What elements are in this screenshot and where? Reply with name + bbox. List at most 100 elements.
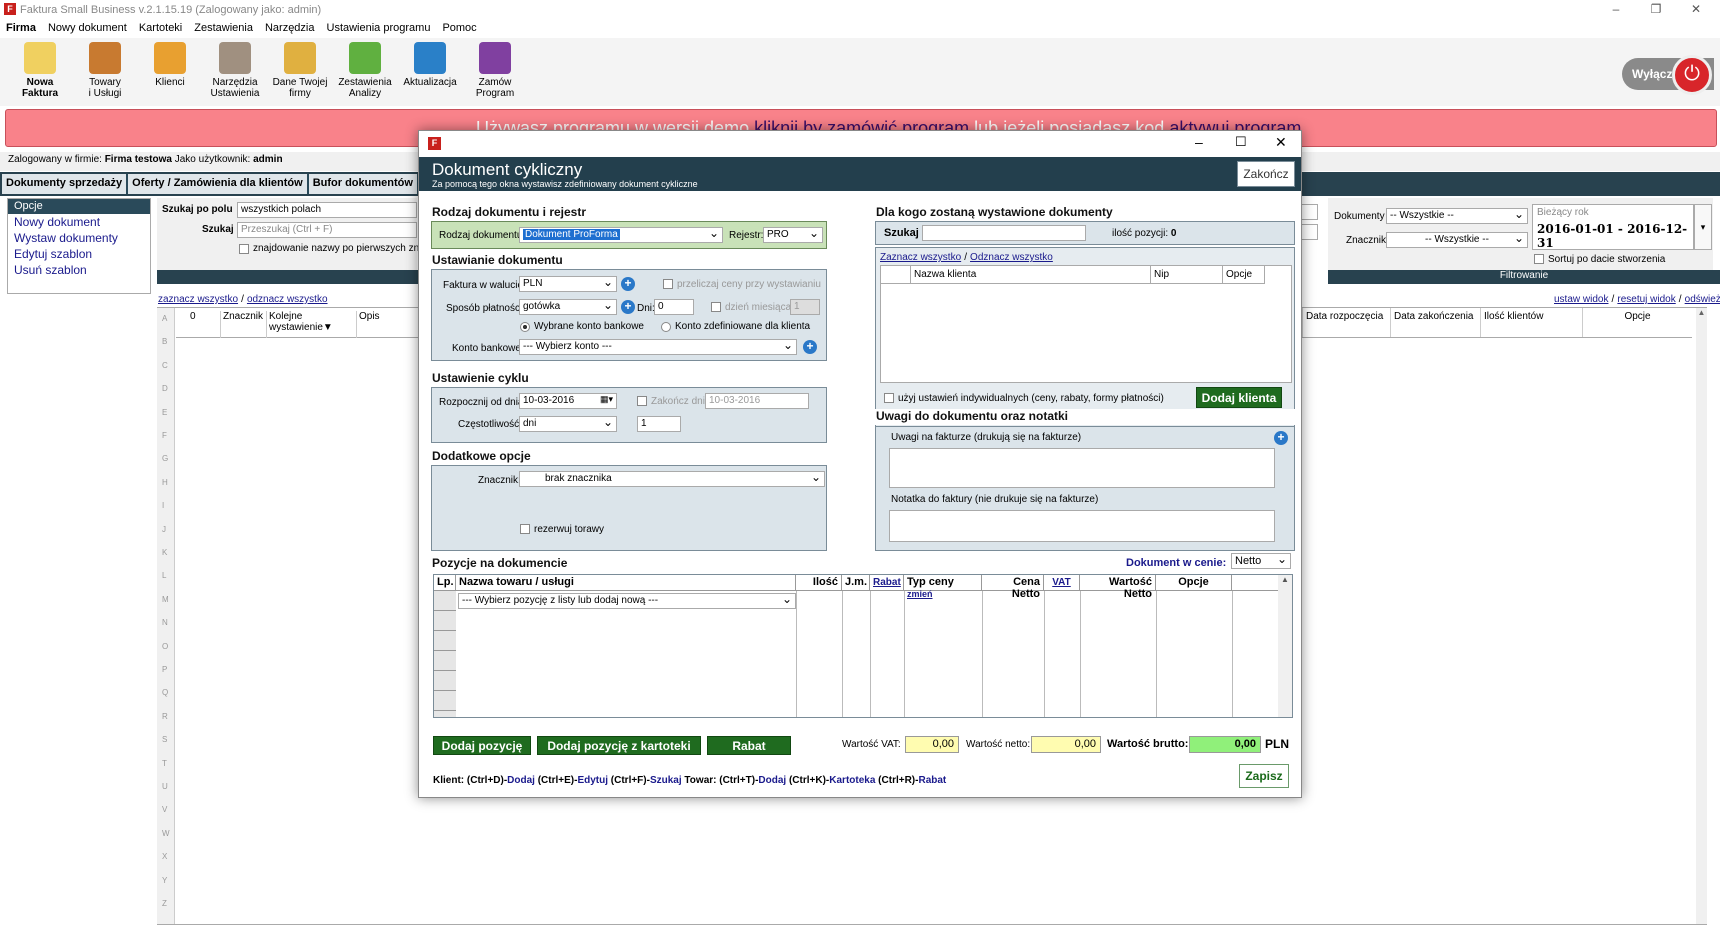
tag-select[interactable]: brak znacznika	[519, 471, 825, 487]
recalc-checkbox[interactable]	[663, 279, 673, 289]
reset-view-link[interactable]: resetuj widok	[1617, 294, 1675, 305]
alphabet-letter[interactable]: P	[162, 665, 167, 674]
payment-select[interactable]: gotówka	[519, 299, 617, 315]
doctype-select[interactable]: Dokument ProForma	[519, 227, 723, 243]
selected-account-radio[interactable]	[520, 322, 530, 332]
col-vat-link[interactable]: VAT	[1052, 577, 1071, 588]
col-next-issue[interactable]: Kolejne wystawienie▼	[266, 311, 354, 338]
issue-documents-link[interactable]: Wystaw dokumenty	[8, 230, 150, 246]
alphabet-letter[interactable]: N	[162, 618, 168, 627]
filter-tag-select[interactable]: -- Wszystkie --	[1386, 232, 1528, 248]
col-client-name[interactable]: Nazwa klienta	[911, 266, 1151, 284]
tab-sales-docs[interactable]: Dokumenty sprzedaży	[2, 174, 129, 194]
menu-nowy-dokument[interactable]: Nowy dokument	[42, 20, 133, 36]
add-position-button[interactable]: Dodaj pozycję	[433, 736, 531, 755]
add-currency-icon[interactable]: +	[621, 277, 635, 291]
set-view-link[interactable]: ustaw widok	[1554, 294, 1608, 305]
bank-account-select[interactable]: --- Wybierz konto ---	[519, 339, 797, 355]
col-unit[interactable]: J.m.	[842, 575, 870, 591]
col-net-value[interactable]: Wartość Netto	[1080, 575, 1156, 600]
delete-template-link[interactable]: Usuń szablon	[8, 262, 150, 278]
month-day-input[interactable]: 1	[790, 299, 820, 315]
alphabet-letter[interactable]: I	[162, 501, 164, 510]
search-field-select[interactable]: wszystkich polach	[237, 202, 417, 218]
alphabet-letter[interactable]: V	[162, 805, 167, 814]
col-start-date[interactable]: Data rozpoczęcia	[1302, 308, 1390, 337]
client-select-all-link[interactable]: Zaznacz wszystko	[880, 252, 961, 263]
toolbar-button-7[interactable]: Zamów Program	[465, 42, 525, 99]
close-window-button[interactable]: ✕	[1686, 2, 1706, 18]
add-bank-account-icon[interactable]: +	[803, 340, 817, 354]
toolbar-button-3[interactable]: Narzędzia Ustawienia	[205, 42, 265, 99]
menu-kartoteki[interactable]: Kartoteki	[133, 20, 188, 36]
col-end-date[interactable]: Data zakończenia	[1390, 308, 1480, 337]
col-count[interactable]: 0	[190, 311, 196, 322]
tab-buffer[interactable]: Bufor dokumentów	[308, 174, 419, 194]
filter-left-select[interactable]	[1300, 204, 1318, 220]
dialog-minimize-button[interactable]: –	[1195, 134, 1203, 150]
menu-narzedzia[interactable]: Narzędzia	[259, 20, 321, 36]
discount-button[interactable]: Rabat	[707, 736, 791, 755]
refresh-link[interactable]: odśwież	[1685, 294, 1720, 305]
alphabet-letter[interactable]: Y	[162, 876, 167, 885]
menu-zestawienia[interactable]: Zestawienia	[188, 20, 259, 36]
sort-created-checkbox[interactable]	[1534, 254, 1544, 264]
col-product-name[interactable]: Nazwa towaru / usługi	[456, 575, 796, 591]
restore-button[interactable]: ❐	[1646, 2, 1666, 18]
edit-template-link[interactable]: Edytuj szablon	[8, 246, 150, 262]
dialog-close-icon[interactable]: ✕	[1275, 134, 1287, 151]
client-deselect-all-link[interactable]: Odznacz wszystko	[970, 252, 1053, 263]
alphabet-letter[interactable]: T	[162, 759, 167, 768]
toolbar-button-5[interactable]: Zestawienia Analizy	[335, 42, 395, 99]
register-select[interactable]: PRO	[763, 227, 823, 243]
alphabet-letter[interactable]: H	[162, 478, 168, 487]
alphabet-letter[interactable]: M	[162, 595, 169, 604]
col-lp[interactable]: Lp.	[434, 575, 456, 591]
dialog-maximize-button[interactable]: ☐	[1235, 134, 1247, 150]
alphabet-letter[interactable]: G	[162, 454, 168, 463]
toolbar-button-1[interactable]: Towary i Usługi	[75, 42, 135, 99]
month-day-checkbox[interactable]	[711, 302, 721, 312]
filter-left-input[interactable]	[1300, 224, 1318, 240]
toolbar-button-6[interactable]: Aktualizacja	[400, 42, 460, 88]
client-search-input[interactable]	[922, 225, 1086, 241]
finish-button[interactable]: Zakończ	[1237, 161, 1295, 187]
menu-ustawienia[interactable]: Ustawienia programu	[321, 20, 437, 36]
col-discount-link[interactable]: Rabat	[873, 577, 901, 588]
col-pos-options[interactable]: Opcje	[1156, 575, 1232, 591]
frequency-select[interactable]: dni	[519, 416, 617, 432]
add-note-icon[interactable]: +	[1274, 431, 1288, 445]
frequency-number[interactable]: 1	[637, 416, 681, 432]
end-date-checkbox[interactable]	[637, 396, 647, 406]
alphabet-letter[interactable]: Q	[162, 688, 168, 697]
search-input[interactable]: Przeszukaj (Ctrl + F)	[237, 222, 417, 238]
alphabet-letter[interactable]: E	[162, 408, 167, 417]
toolbar-button-2[interactable]: Klienci	[140, 42, 200, 88]
alphabet-letter[interactable]: K	[162, 548, 167, 557]
price-mode-select[interactable]: Netto	[1231, 553, 1291, 569]
col-discount[interactable]: Rabat	[870, 575, 904, 591]
deselect-all-link[interactable]: odznacz wszystko	[247, 294, 328, 305]
col-vat[interactable]: VAT	[1044, 575, 1080, 591]
toolbar-button-4[interactable]: Dane Twojej firmy	[270, 42, 330, 99]
col-net-price[interactable]: Cena Netto	[982, 575, 1044, 600]
alphabet-letter[interactable]: F	[162, 431, 167, 440]
currency-select[interactable]: PLN	[519, 276, 617, 292]
alphabet-letter[interactable]: X	[162, 852, 167, 861]
col-client-count[interactable]: Ilość klientów	[1480, 308, 1582, 337]
client-account-radio[interactable]	[661, 322, 671, 332]
private-notes-textarea[interactable]	[889, 510, 1275, 542]
col-qty[interactable]: Ilość	[796, 575, 842, 591]
col-options[interactable]: Opcje	[1582, 308, 1692, 337]
alphabet-letter[interactable]: J	[162, 525, 166, 534]
add-position-from-catalog-button[interactable]: Dodaj pozycję z kartoteki	[537, 736, 701, 755]
reserve-goods-checkbox[interactable]	[520, 524, 530, 534]
start-date-calendar-icon[interactable]: ▦▾	[600, 394, 613, 405]
first-letters-checkbox[interactable]	[239, 244, 249, 254]
alphabet-letter[interactable]: R	[162, 712, 168, 721]
filter-docs-select[interactable]: -- Wszystkie --	[1386, 208, 1528, 224]
days-input[interactable]: 0	[654, 299, 694, 315]
new-document-link[interactable]: Nowy dokument	[8, 214, 150, 230]
alphabet-letter[interactable]: O	[162, 642, 168, 651]
col-price-type[interactable]: Typ ceny zmień	[904, 575, 982, 599]
